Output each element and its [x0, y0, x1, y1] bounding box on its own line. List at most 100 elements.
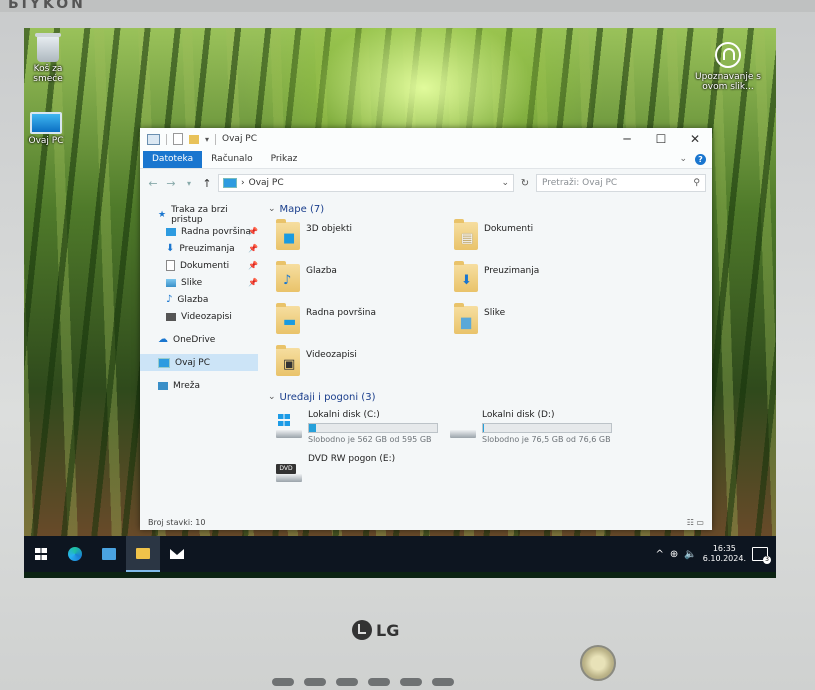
- maximize-button[interactable]: ☐: [644, 128, 678, 150]
- title-bar[interactable]: ▾ Ovaj PC ─ ☐ ✕: [140, 128, 712, 150]
- computer-icon: [223, 178, 237, 188]
- monitor-button[interactable]: [368, 678, 390, 686]
- nav-network[interactable]: Mreža: [140, 377, 262, 394]
- tab-file[interactable]: Datoteka: [143, 150, 203, 168]
- chevron-up-icon[interactable]: ^: [656, 549, 664, 560]
- monitor-bezel: ЬIYKON Koš za smeće Ovaj PC Upoznavanje …: [0, 0, 815, 690]
- address-input[interactable]: › Ovaj PC ⌄: [218, 174, 514, 192]
- cube-3d-icon: ■: [283, 231, 296, 246]
- drive-c[interactable]: Lokalni disk (C:) Slobodno je 562 GB od …: [276, 410, 450, 446]
- volume-icon[interactable]: 🔈: [684, 549, 696, 560]
- group-header-folders[interactable]: ⌄ Mape (7): [268, 200, 712, 218]
- nav-onedrive[interactable]: ☁ OneDrive: [140, 331, 262, 348]
- taskbar-edge[interactable]: [58, 536, 92, 572]
- power-button[interactable]: [580, 645, 616, 681]
- folder-documents[interactable]: ▤ Dokumenti: [454, 219, 632, 256]
- up-button[interactable]: ↑: [200, 177, 214, 190]
- star-icon: ★: [158, 209, 167, 220]
- folder-name: Preuzimanja: [484, 266, 540, 276]
- nav-desktop[interactable]: Radna površina 📌: [140, 223, 262, 240]
- help-icon[interactable]: ?: [695, 153, 706, 165]
- tab-view[interactable]: Prikaz: [262, 151, 307, 168]
- drive-e[interactable]: DVD DVD RW pogon (E:): [276, 454, 450, 490]
- nav-videos[interactable]: Videozapisi: [140, 308, 262, 325]
- start-button[interactable]: [24, 536, 58, 572]
- address-dropdown-icon[interactable]: ⌄: [501, 178, 509, 188]
- folder-downloads[interactable]: ⬇ Preuzimanja: [454, 261, 632, 298]
- status-bar: Broj stavki: 10 ☷ ▭: [140, 514, 712, 530]
- group-header-drives[interactable]: ⌄ Uređaji i pogoni (3): [268, 388, 712, 406]
- taskbar-store[interactable]: [92, 536, 126, 572]
- video-icon: [166, 312, 176, 321]
- taskbar-file-explorer[interactable]: [126, 536, 160, 572]
- drive-d[interactable]: Lokalni disk (D:) Slobodno je 76,5 GB od…: [450, 410, 624, 446]
- monitor-logo-text: LG: [376, 620, 400, 640]
- recent-locations-button[interactable]: ▾: [182, 179, 196, 188]
- window-title: Ovaj PC: [222, 134, 258, 144]
- new-folder-icon[interactable]: [189, 134, 199, 144]
- network-globe-icon[interactable]: ⊕: [670, 549, 678, 560]
- folder-3d-objects[interactable]: ■ 3D objekti: [276, 219, 454, 256]
- nav-documents[interactable]: Dokumenti 📌: [140, 257, 262, 274]
- nav-label: Dokumenti: [180, 260, 230, 271]
- pictures-icon: ▆: [461, 315, 471, 330]
- forward-button[interactable]: →: [164, 177, 178, 190]
- nav-label: Glazba: [177, 294, 209, 305]
- clock[interactable]: 16:35 6.10.2024.: [703, 544, 746, 564]
- nav-label: Mreža: [173, 380, 201, 391]
- monitor-button[interactable]: [304, 678, 326, 686]
- pictures-icon: [166, 278, 176, 287]
- search-icon: ⚲: [693, 178, 700, 188]
- notification-center-icon[interactable]: 3: [752, 547, 771, 564]
- folder-icon: ▬: [276, 303, 300, 334]
- nav-this-pc[interactable]: Ovaj PC: [140, 354, 258, 371]
- nav-downloads[interactable]: ⬇ Preuzimanja 📌: [140, 240, 262, 257]
- nav-label: Slike: [181, 277, 203, 288]
- folder-icon: ⬇: [454, 261, 478, 292]
- nav-label: OneDrive: [173, 334, 216, 345]
- nav-quick-access[interactable]: ★ Traka za brzi pristup: [140, 204, 262, 225]
- lg-face-icon: [352, 620, 372, 640]
- search-input[interactable]: Pretraži: Ovaj PC ⚲: [536, 174, 706, 192]
- breadcrumb-item[interactable]: Ovaj PC: [249, 178, 284, 188]
- chevron-down-icon: ⌄: [268, 204, 276, 214]
- drive-free-space: Slobodno je 562 GB od 595 GB: [308, 435, 432, 444]
- monitor-button[interactable]: [272, 678, 294, 686]
- drive-name: Lokalni disk (C:): [308, 410, 380, 420]
- nav-pictures[interactable]: Slike 📌: [140, 274, 262, 291]
- view-toggle-icons[interactable]: ☷ ▭: [687, 518, 712, 527]
- folder-desktop[interactable]: ▬ Radna površina: [276, 303, 454, 340]
- edge-icon: [68, 547, 82, 561]
- back-button[interactable]: ←: [146, 177, 160, 190]
- expand-ribbon-icon[interactable]: ⌄: [679, 154, 687, 164]
- properties-icon[interactable]: [173, 133, 183, 145]
- taskbar-mail[interactable]: [160, 536, 194, 572]
- drive-icon: [450, 416, 476, 438]
- folder-grid: ■ 3D objekti ▤ Dokumenti ♪ Glazba ⬇ Preu…: [268, 218, 712, 388]
- folder-name: Videozapisi: [306, 350, 357, 360]
- clock-time: 16:35: [712, 544, 736, 553]
- customize-toolbar-icon[interactable]: ▾: [205, 135, 209, 144]
- clock-date: 6.10.2024.: [702, 554, 746, 563]
- nav-music[interactable]: ♪ Glazba: [140, 291, 262, 308]
- minimize-button[interactable]: ─: [610, 128, 644, 150]
- folder-music[interactable]: ♪ Glazba: [276, 261, 454, 298]
- pin-icon: 📌: [248, 227, 258, 236]
- desktop-icon-this-pc[interactable]: Ovaj PC: [24, 112, 76, 146]
- close-button[interactable]: ✕: [678, 128, 712, 150]
- monitor-button[interactable]: [432, 678, 454, 686]
- desktop-icon-recycle-bin[interactable]: Koš za smeće: [24, 33, 78, 84]
- start-icon: [35, 548, 47, 560]
- monitor-button[interactable]: [400, 678, 422, 686]
- folder-icon: ▆: [454, 303, 478, 334]
- spotlight-label: Upoznavanje s ovom slik...: [695, 72, 761, 92]
- folder-videos[interactable]: ▣ Videozapisi: [276, 345, 454, 382]
- folder-pictures[interactable]: ▆ Slike: [454, 303, 632, 340]
- drive-usage-bar: [482, 423, 612, 433]
- refresh-button[interactable]: ↻: [518, 178, 532, 189]
- monitor-button[interactable]: [336, 678, 358, 686]
- spotlight-learn-more[interactable]: Upoznavanje s ovom slik...: [692, 42, 764, 92]
- tab-computer[interactable]: Računalo: [202, 151, 261, 168]
- nav-label: Traka za brzi pristup: [171, 204, 228, 225]
- folder-name: Radna površina: [306, 308, 377, 318]
